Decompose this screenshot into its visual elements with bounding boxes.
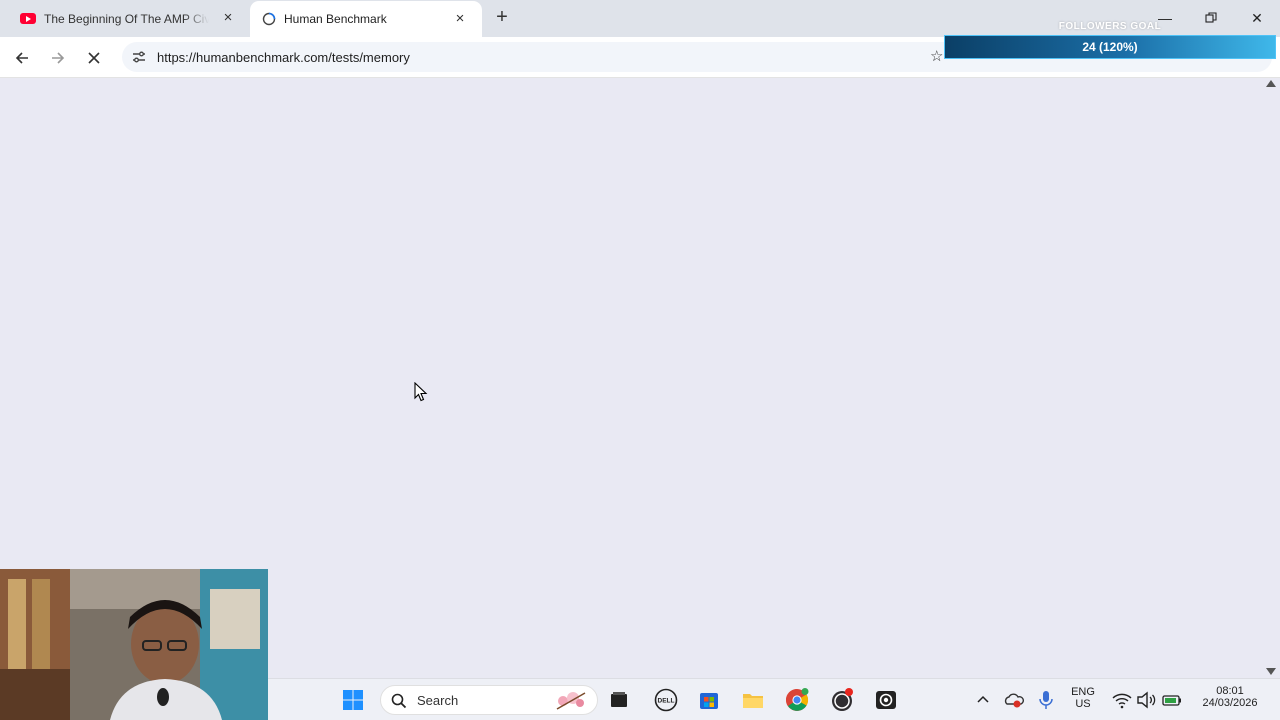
- language-code: ENG: [1071, 686, 1095, 698]
- battery-charging-icon[interactable]: [1160, 688, 1184, 712]
- search-highlight-icon: [556, 692, 586, 710]
- task-view-icon[interactable]: [607, 688, 631, 712]
- clock-time: 08:01: [1216, 685, 1244, 697]
- followers-goal-widget: FOLLOWERS GOAL 24 (120%): [942, 20, 1278, 62]
- microphone-icon[interactable]: [1034, 688, 1058, 712]
- wifi-icon[interactable]: [1110, 688, 1134, 712]
- volume-icon[interactable]: [1134, 688, 1158, 712]
- dell-icon[interactable]: DELL: [654, 688, 678, 712]
- webcam-overlay: [0, 569, 268, 720]
- svg-text:DELL: DELL: [658, 698, 675, 705]
- obs-icon[interactable]: [830, 688, 854, 712]
- language-indicator[interactable]: ENG US: [1068, 686, 1098, 710]
- microsoft-store-icon[interactable]: [697, 688, 721, 712]
- goal-value: 24 (120%): [1082, 40, 1138, 54]
- search-icon: [391, 693, 407, 709]
- show-hidden-icons-icon[interactable]: [971, 688, 995, 712]
- taskbar-search[interactable]: Search: [380, 685, 598, 715]
- forward-icon[interactable]: [46, 46, 70, 70]
- chrome-icon[interactable]: [785, 688, 809, 712]
- region-code: US: [1075, 698, 1091, 710]
- back-icon[interactable]: [10, 46, 34, 70]
- windows-taskbar: Search DELL ENG US 08:01 24/03/2026: [268, 678, 1280, 720]
- youtube-icon: [20, 13, 36, 24]
- clock-date: 24/03/2026: [1202, 697, 1258, 709]
- file-explorer-icon[interactable]: [741, 688, 765, 712]
- site-info-icon[interactable]: [130, 48, 148, 66]
- tab-youtube[interactable]: The Beginning Of The AMP Civi ×: [12, 0, 250, 37]
- mouse-cursor-icon: [414, 382, 428, 402]
- webcam-image: [0, 569, 268, 720]
- camera-app-icon[interactable]: [874, 688, 898, 712]
- loading-globe-icon: [262, 12, 276, 26]
- url-text: https://humanbenchmark.com/tests/memory: [157, 50, 410, 65]
- goal-progress-bar: 24 (120%): [944, 35, 1276, 59]
- close-tab-icon[interactable]: ×: [452, 11, 468, 27]
- close-tab-icon[interactable]: ×: [220, 10, 236, 26]
- onedrive-status-icon[interactable]: [1002, 688, 1026, 712]
- scroll-up-arrow[interactable]: [1266, 80, 1276, 87]
- tab-human-benchmark[interactable]: Human Benchmark ×: [250, 1, 482, 37]
- goal-title: FOLLOWERS GOAL: [1058, 21, 1162, 32]
- new-tab-button[interactable]: +: [492, 7, 512, 28]
- tab-title: Human Benchmark: [284, 12, 387, 26]
- clock[interactable]: 08:01 24/03/2026: [1192, 685, 1268, 709]
- stop-loading-icon[interactable]: [82, 46, 106, 70]
- tab-title: The Beginning Of The AMP Civi: [44, 11, 209, 26]
- search-label: Search: [417, 693, 459, 708]
- windows-start-icon[interactable]: [341, 688, 365, 712]
- scroll-down-arrow[interactable]: [1266, 668, 1276, 675]
